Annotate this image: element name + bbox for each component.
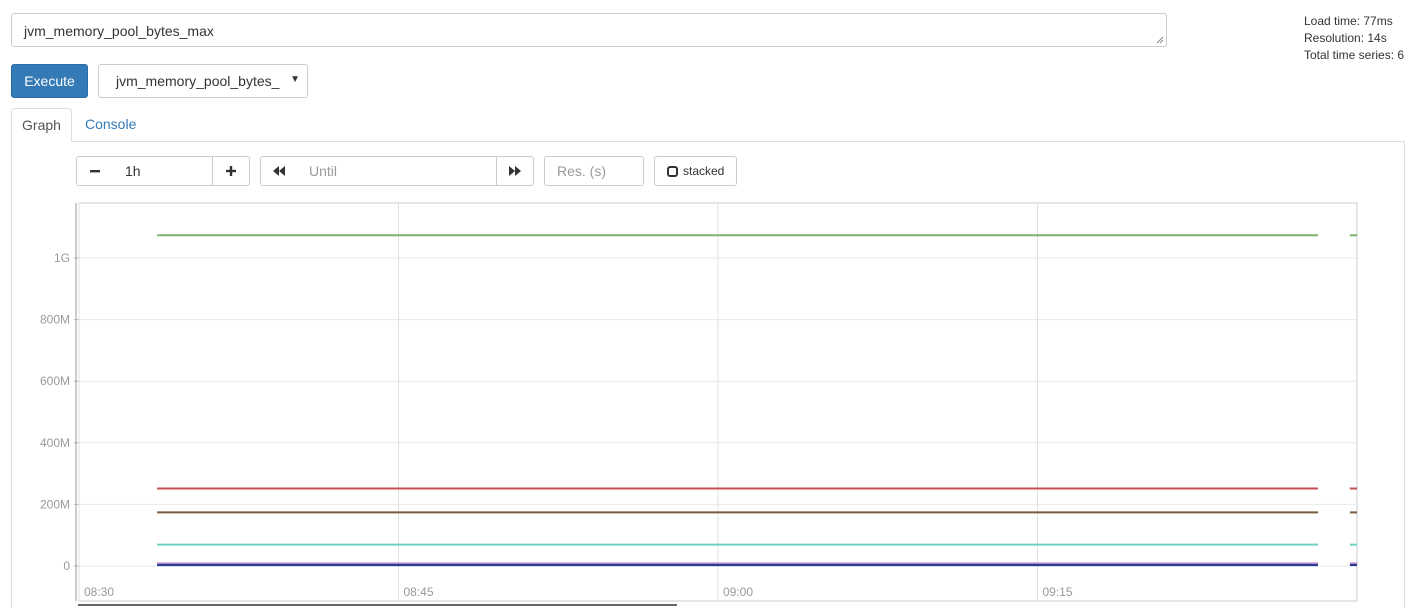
expression-input[interactable]: jvm_memory_pool_bytes_max <box>11 13 1167 47</box>
expand-range-button[interactable] <box>212 156 250 186</box>
x-tick-label: 08:30 <box>84 585 114 599</box>
tab-graph[interactable]: Graph <box>11 108 72 142</box>
expression-input-text: jvm_memory_pool_bytes_max <box>24 23 214 39</box>
resolution-input[interactable]: Res. (s) <box>544 156 644 186</box>
metric-select-value: jvm_memory_pool_bytes_ <box>116 73 280 89</box>
plus-icon <box>226 166 236 176</box>
chart: 0 200M 400M 600M 800M 1G 08:30 08:45 09:00 09:15 <box>40 202 1358 606</box>
y-tick-label: 600M <box>40 374 70 388</box>
metric-select[interactable]: jvm_memory_pool_bytes_ ▼ <box>98 64 308 98</box>
stacked-toggle[interactable]: stacked <box>654 156 737 186</box>
resize-grip-icon[interactable] <box>1156 36 1164 44</box>
load-time: Load time: 77ms <box>1304 14 1393 28</box>
resolution: Resolution: 14s <box>1304 31 1387 45</box>
stacked-label: stacked <box>683 164 725 178</box>
range-input[interactable]: 1h <box>113 156 213 186</box>
shrink-range-button[interactable] <box>76 156 114 186</box>
range-input-value: 1h <box>125 163 141 179</box>
time-backward-button[interactable] <box>260 156 298 186</box>
x-tick-label: 09:00 <box>723 585 753 599</box>
y-tick-label: 800M <box>40 313 70 327</box>
minus-icon <box>90 170 100 173</box>
x-tick-label: 09:15 <box>1043 585 1073 599</box>
time-forward-button[interactable] <box>496 156 534 186</box>
total-time-series: Total time series: 6 <box>1304 48 1405 62</box>
forward-icon <box>509 166 521 176</box>
query-stats: Load time: 77ms Resolution: 14s Total ti… <box>1304 13 1404 64</box>
y-tick-label: 0 <box>63 559 70 573</box>
until-placeholder: Until <box>309 163 338 179</box>
tab-console[interactable]: Console <box>85 116 136 132</box>
checkbox-icon <box>667 166 678 177</box>
backward-icon <box>273 166 285 176</box>
x-tick-label: 08:45 <box>404 585 434 599</box>
caret-down-icon: ▼ <box>290 74 300 85</box>
resolution-placeholder: Res. (s) <box>557 163 606 179</box>
execute-button[interactable]: Execute <box>11 64 88 98</box>
y-tick-label: 1G <box>54 251 70 265</box>
y-tick-label: 400M <box>40 436 70 450</box>
y-tick-label: 200M <box>40 497 70 511</box>
until-input[interactable]: Until <box>297 156 497 186</box>
